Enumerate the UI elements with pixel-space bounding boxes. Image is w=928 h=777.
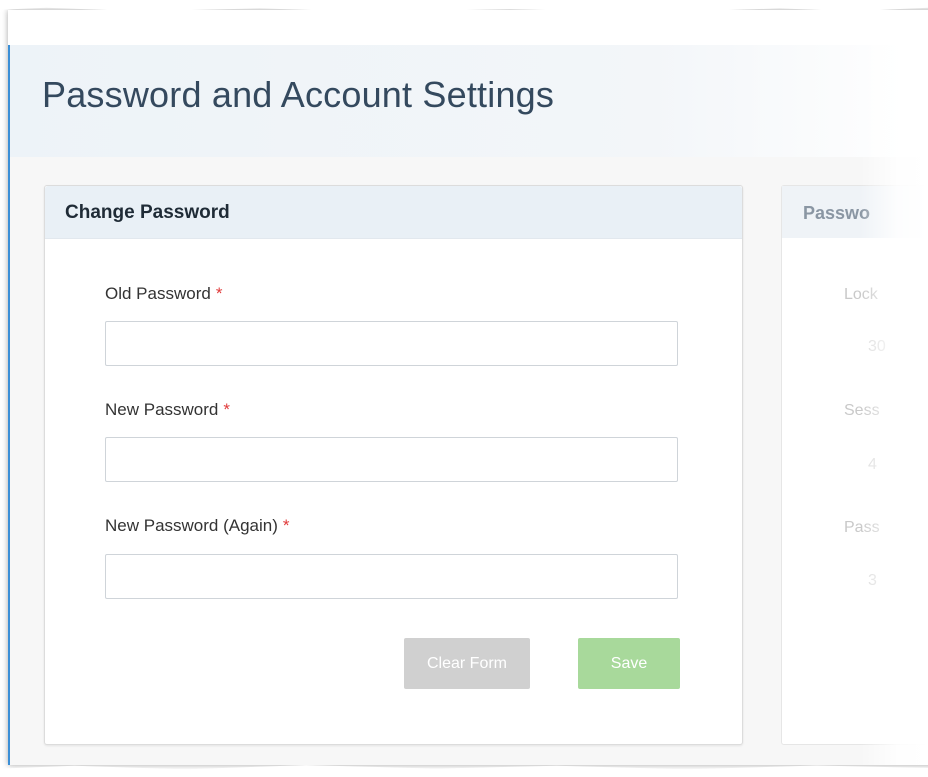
new-password-label: New Password * xyxy=(105,400,230,420)
side-label-password: Pass xyxy=(844,519,880,536)
password-policy-card: Passwo Lock 30 Sess 4 Pass 3 xyxy=(781,185,928,745)
required-mark: * xyxy=(215,284,223,303)
old-password-label-text: Old Password xyxy=(105,284,211,303)
side-value-password: 3 xyxy=(868,572,877,589)
card-title: Change Password xyxy=(65,202,230,223)
side-card-header: Passwo xyxy=(782,186,928,238)
card-header: Change Password xyxy=(45,186,742,239)
side-label-lock: Lock xyxy=(844,286,878,303)
required-mark: * xyxy=(282,516,290,535)
page-title: Password and Account Settings xyxy=(42,74,555,115)
side-card-title: Passwo xyxy=(803,203,871,223)
change-password-card: Change Password Old Password * New Passwo… xyxy=(44,185,743,745)
save-button[interactable]: Save xyxy=(578,638,680,689)
side-value-session: 4 xyxy=(868,456,877,473)
required-mark: * xyxy=(223,400,230,419)
side-value-lock: 30 xyxy=(868,338,886,355)
torn-edge-bottom xyxy=(0,765,928,777)
old-password-label: Old Password * xyxy=(105,284,222,304)
confirm-password-label: New Password (Again) * xyxy=(105,516,290,536)
clear-form-button[interactable]: Clear Form xyxy=(404,638,530,689)
new-password-input[interactable] xyxy=(105,437,678,482)
confirm-password-label-text: New Password (Again) xyxy=(105,516,278,535)
new-password-label-text: New Password xyxy=(105,400,219,419)
confirm-password-input[interactable] xyxy=(105,554,678,599)
old-password-input[interactable] xyxy=(105,321,678,366)
side-label-session: Sess xyxy=(844,402,880,419)
